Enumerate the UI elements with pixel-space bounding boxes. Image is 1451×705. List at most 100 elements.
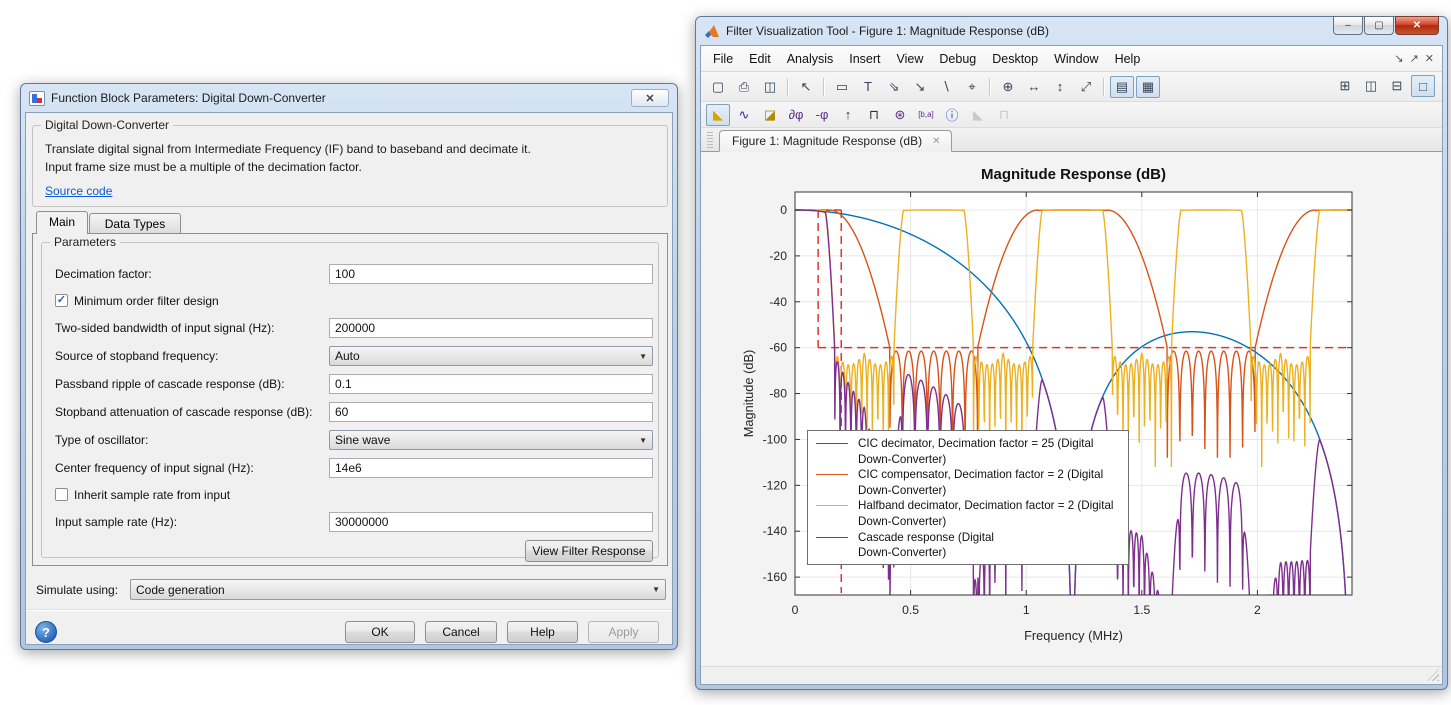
button-separator	[26, 609, 672, 611]
layout-rows-icon[interactable]: ⊟	[1385, 75, 1409, 97]
tab-data-types[interactable]: Data Types	[89, 213, 181, 234]
insert-line-icon[interactable]: ∖	[934, 76, 958, 98]
passband-ripple-input[interactable]	[329, 374, 653, 394]
tab-main[interactable]: Main	[36, 211, 88, 234]
dock-figure-icon[interactable]: ↘	[1394, 52, 1403, 65]
simulate-using-dropdown[interactable]: Code generation ▼	[130, 579, 666, 600]
legend-text: CIC decimator, Decimation factor = 25 (D…	[858, 437, 1094, 450]
menubar-close-icon[interactable]: ✕	[1425, 52, 1434, 65]
cancel-button[interactable]: Cancel	[425, 621, 497, 643]
help-button[interactable]: Help	[507, 621, 578, 643]
bandwidth-input[interactable]	[329, 318, 653, 338]
legend-text: CIC compensator, Decimation factor = 2 (…	[858, 468, 1104, 482]
svg-text:-60: -60	[769, 341, 787, 355]
menu-analysis[interactable]: Analysis	[779, 47, 842, 71]
round-quantize-icon: ⊓	[998, 106, 1010, 122]
legend-entry: CIC decimator, Decimation factor = 25 (D…	[814, 436, 1122, 467]
help-icon[interactable]: ?	[35, 621, 57, 643]
insert-text-icon[interactable]: T	[856, 76, 880, 98]
view-filter-response-button[interactable]: View Filter Response	[525, 540, 653, 562]
menu-edit[interactable]: Edit	[741, 47, 779, 71]
magnitude-response-chart[interactable]: 0 0.5 1 1.5 2 0 -20 -40 -60 -80 -100 -120 -140 -160 Ma…	[701, 152, 1442, 666]
svg-text:-40: -40	[769, 295, 787, 309]
center-frequency-input[interactable]	[329, 458, 653, 478]
print-icon[interactable]: ⎙	[732, 76, 756, 98]
impulse-response-icon[interactable]: ↑	[836, 104, 860, 126]
step-response-icon[interactable]: ⊓	[862, 104, 886, 126]
phase-delay-icon[interactable]: -φ	[810, 104, 834, 126]
group-delay-icon[interactable]: ∂φ	[784, 104, 808, 126]
chart-legend[interactable]: CIC decimator, Decimation factor = 25 (D…	[807, 430, 1129, 565]
grid-toggle-icon[interactable]: ▦	[1136, 75, 1160, 98]
layout-columns-icon[interactable]: ◫	[1359, 75, 1383, 97]
menu-desktop[interactable]: Desktop	[984, 47, 1046, 71]
oscillator-type-dropdown[interactable]: Sine wave ▼	[329, 430, 653, 450]
toolbar-separator	[989, 77, 991, 96]
pointer-icon[interactable]: ↖	[794, 76, 818, 98]
passband-ripple-label: Passband ripple of cascade response (dB)…	[55, 377, 285, 391]
inherit-sample-rate-checkbox[interactable]	[55, 488, 68, 501]
menu-help[interactable]: Help	[1107, 47, 1149, 71]
dialog-titlebar[interactable]: Function Block Parameters: Digital Down-…	[21, 84, 677, 112]
mag-phase-response-icon[interactable]: ◪	[758, 104, 782, 126]
minimize-button[interactable]: –	[1333, 16, 1363, 35]
source-code-link[interactable]: Source code	[45, 184, 112, 198]
phase-response-icon[interactable]: ∿	[732, 104, 756, 126]
insert-double-arrow-icon[interactable]: ⇘	[882, 76, 906, 98]
overlay-analysis-icon: ◣	[973, 106, 983, 122]
menu-file[interactable]: File	[705, 47, 741, 71]
zoom-y-icon[interactable]: ↕	[1048, 76, 1072, 98]
toolbar-separator	[1103, 77, 1105, 96]
simulate-using-label: Simulate using:	[36, 583, 119, 597]
ok-button[interactable]: OK	[345, 621, 415, 643]
decimation-factor-input[interactable]	[329, 264, 653, 284]
menu-items: File Edit Analysis Insert View Debug Desktop Wi…	[705, 47, 1148, 71]
coefficients-icon[interactable]: [b,a]	[914, 104, 938, 126]
undock-icon[interactable]: ↗	[1410, 52, 1419, 65]
print-preview-icon[interactable]: ◫	[758, 76, 782, 98]
resize-grip[interactable]	[1427, 669, 1439, 681]
zoom-in-icon[interactable]: ⊕	[996, 76, 1020, 98]
restore-view-icon[interactable]: ⤢	[1074, 76, 1098, 98]
pin-icon[interactable]: ⌖	[960, 76, 984, 98]
pole-zero-icon[interactable]: ⊛	[888, 104, 912, 126]
stopband-source-dropdown[interactable]: Auto ▼	[329, 346, 653, 366]
layout-grid-icon[interactable]: ⊞	[1333, 75, 1357, 97]
new-figure-icon[interactable]: ▢	[706, 76, 730, 98]
insert-arrow-icon[interactable]: ↘	[908, 76, 932, 98]
analysis-toolbar: ◣ ∿ ◪ ∂φ -φ ↑ ⊓ ⊛ [b,a] ⓘ ◣ ⊓	[701, 102, 1442, 128]
input-sample-rate-input[interactable]	[329, 512, 653, 532]
maximize-button[interactable]: ▢	[1364, 16, 1394, 35]
filter-info-icon[interactable]: ⓘ	[940, 104, 964, 126]
stopband-attenuation-input[interactable]	[329, 402, 653, 422]
zoom-x-icon[interactable]: ↔	[1022, 76, 1046, 98]
figure-tab[interactable]: Figure 1: Magnitude Response (dB) ✕	[719, 130, 952, 152]
svg-text:-140: -140	[763, 524, 788, 538]
fvtool-title: Filter Visualization Tool - Figure 1: Ma…	[726, 24, 1050, 38]
menu-insert[interactable]: Insert	[841, 47, 888, 71]
fvtool-titlebar[interactable]: Filter Visualization Tool - Figure 1: Ma…	[696, 16, 1447, 45]
menu-window[interactable]: Window	[1046, 47, 1106, 71]
parameters-group-label: Parameters	[50, 235, 121, 249]
layout-single-icon[interactable]: □	[1411, 75, 1435, 97]
analysis-toolbar-buttons: ◣ ∿ ◪ ∂φ -φ ↑ ⊓ ⊛ [b,a] ⓘ ◣ ⊓	[705, 103, 1017, 126]
matlab-icon	[705, 24, 719, 38]
legend-toggle-icon[interactable]: ▤	[1110, 75, 1134, 98]
close-button[interactable]: ✕	[1395, 16, 1439, 35]
description-group-label: Digital Down-Converter	[41, 118, 174, 132]
menu-view[interactable]: View	[889, 47, 932, 71]
legend-line-sample	[816, 474, 848, 476]
menu-debug[interactable]: Debug	[931, 47, 984, 71]
svg-text:0: 0	[792, 603, 799, 617]
magnitude-response-icon[interactable]: ◣	[706, 103, 730, 126]
figure-tab-close-icon[interactable]: ✕	[932, 136, 940, 147]
edit-plot-icon[interactable]: ▭	[830, 76, 854, 98]
figure-tab-label: Figure 1: Magnitude Response (dB)	[732, 134, 923, 148]
minimum-order-checkbox[interactable]: ✓	[55, 294, 68, 307]
dialog-close-button[interactable]: ✕	[631, 89, 669, 107]
tabbar-grip[interactable]	[707, 132, 713, 148]
statusbar	[701, 666, 1442, 684]
filter-visualization-tool-window: Filter Visualization Tool - Figure 1: Ma…	[695, 16, 1448, 690]
simulate-using-value: Code generation	[136, 582, 225, 597]
svg-text:2: 2	[1254, 603, 1261, 617]
